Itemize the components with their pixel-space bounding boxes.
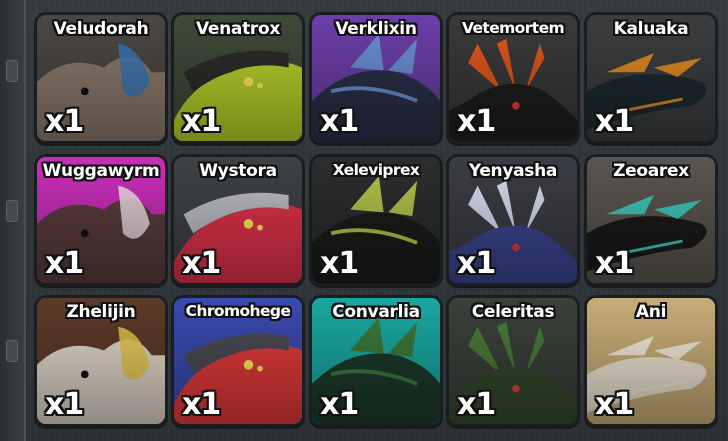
creature-card[interactable]: Yenyasha x1	[446, 154, 580, 286]
creature-card[interactable]: Wystora x1	[171, 154, 305, 286]
creature-card[interactable]: Zhelijin x1	[34, 295, 168, 427]
creature-quantity: x1	[320, 387, 359, 422]
creature-card[interactable]: Veludorah x1	[34, 12, 168, 144]
creature-quantity: x1	[45, 104, 84, 139]
creature-name: Ani	[635, 302, 667, 322]
creature-card[interactable]: Kaluaka x1	[584, 12, 718, 144]
creature-name: Zeoarex	[613, 161, 689, 181]
creature-name: Zhelijin	[66, 302, 136, 322]
creature-card[interactable]: Ani x1	[584, 295, 718, 427]
creature-name: Chromohege	[185, 302, 291, 320]
creature-name: Wuggawyrm	[42, 161, 160, 181]
creature-inventory-grid: Veludorah x1 Venatrox x1 Verklixin x1 Ve…	[0, 0, 728, 441]
creature-quantity: x1	[45, 246, 84, 281]
creature-name: Veludorah	[53, 19, 149, 39]
creature-name: Kaluaka	[613, 19, 689, 39]
creature-name: Xeleviprex	[332, 161, 420, 179]
creature-quantity: x1	[182, 387, 221, 422]
creature-quantity: x1	[595, 246, 634, 281]
creature-quantity: x1	[457, 246, 496, 281]
creature-name: Vetemortem	[461, 19, 565, 37]
creature-name: Verklixin	[335, 19, 417, 39]
creature-card[interactable]: Celeritas x1	[446, 295, 580, 427]
creature-card[interactable]: Vetemortem x1	[446, 12, 580, 144]
creature-quantity: x1	[45, 387, 84, 422]
creature-card[interactable]: Zeoarex x1	[584, 154, 718, 286]
creature-quantity: x1	[457, 104, 496, 139]
creature-quantity: x1	[595, 387, 634, 422]
creature-card[interactable]: Venatrox x1	[171, 12, 305, 144]
creature-quantity: x1	[320, 104, 359, 139]
creature-card[interactable]: Chromohege x1	[171, 295, 305, 427]
creature-quantity: x1	[457, 387, 496, 422]
creature-card[interactable]: Xeleviprex x1	[309, 154, 443, 286]
creature-name: Celeritas	[471, 302, 555, 322]
creature-card[interactable]: Verklixin x1	[309, 12, 443, 144]
creature-name: Yenyasha	[468, 161, 558, 181]
creature-name: Convarlia	[332, 302, 420, 322]
creature-quantity: x1	[182, 246, 221, 281]
creature-card[interactable]: Wuggawyrm x1	[34, 154, 168, 286]
creature-name: Venatrox	[195, 19, 281, 39]
creature-quantity: x1	[182, 104, 221, 139]
creature-card[interactable]: Convarlia x1	[309, 295, 443, 427]
creature-quantity: x1	[595, 104, 634, 139]
creature-name: Wystora	[199, 161, 277, 181]
creature-quantity: x1	[320, 246, 359, 281]
